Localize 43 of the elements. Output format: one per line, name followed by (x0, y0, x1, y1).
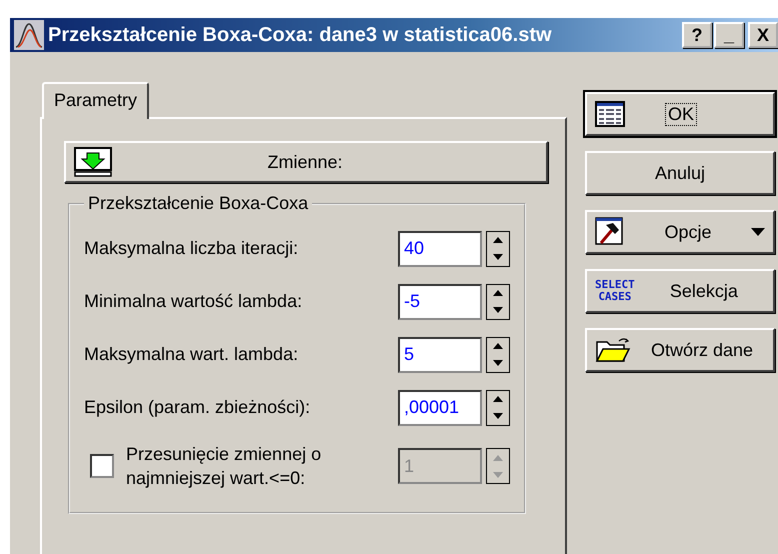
down-arrow-icon (492, 412, 504, 420)
curve-icon (14, 20, 44, 50)
input-field[interactable]: -5 (398, 284, 482, 320)
up-arrow-icon (492, 395, 504, 403)
options-button[interactable]: Opcje (585, 210, 775, 254)
select-cases-icon: SELECT CASES (595, 279, 635, 303)
input-field[interactable]: 40 (398, 230, 482, 266)
spin-button[interactable] (486, 284, 510, 320)
variables-button[interactable]: Zmienne: (64, 141, 548, 183)
hammer-icon (595, 217, 625, 247)
field-label: Epsilon (param. zbieżności): (84, 397, 312, 418)
table-icon (595, 101, 625, 127)
down-arrow-icon (492, 470, 504, 478)
field-label: Maksymalna liczba iteracji: (84, 238, 300, 259)
field-label: Maksymalna wart. lambda: (84, 344, 300, 365)
spin-button[interactable] (486, 448, 510, 484)
down-arrow-icon (492, 306, 504, 314)
up-arrow-icon (492, 342, 504, 350)
spin-button[interactable] (486, 390, 510, 426)
tab[interactable]: Parametry (42, 82, 150, 119)
input-field[interactable]: ,00001 (398, 390, 482, 426)
down-arrow-icon (492, 253, 504, 261)
up-arrow-icon (492, 236, 504, 244)
up-arrow-icon (492, 454, 504, 462)
open-data-button[interactable]: Otwórz dane (585, 328, 775, 372)
dropdown-arrow-icon (751, 228, 765, 236)
spin-button[interactable] (486, 336, 510, 372)
spin-button[interactable] (486, 230, 510, 266)
help-button[interactable]: ? (682, 22, 712, 48)
cancel-button[interactable]: Anuluj (585, 151, 775, 195)
up-arrow-icon (492, 289, 504, 297)
down-arrow-icon (492, 359, 504, 367)
folder-icon (595, 336, 631, 364)
ok-button[interactable]: OK (585, 92, 775, 136)
checkbox-label: Przesunięcie zmiennej o najmniejszej wart.<=0: (126, 443, 322, 490)
variables-icon (74, 147, 112, 177)
minimize-button[interactable]: _ (714, 22, 744, 48)
input-field[interactable]: 5 (398, 336, 482, 372)
select-cases-button[interactable]: SELECT CASES Selekcja (585, 269, 775, 313)
group-title: Przekształcenie Boxa-Coxa (87, 193, 310, 214)
field-label: Minimalna wartość lambda: (84, 291, 304, 312)
window-title: Przekształcenie Boxa-Coxa: dane3 w statistica06.stw (48, 24, 553, 46)
close-button[interactable]: X (748, 22, 778, 48)
